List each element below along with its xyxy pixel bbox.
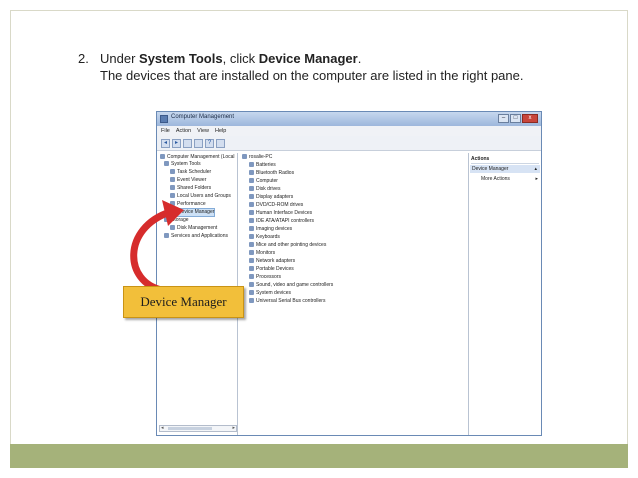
device-manager-bold: Device Manager [258, 51, 358, 66]
system-tools-bold: System Tools [139, 51, 223, 66]
device-category[interactable]: System devices [249, 290, 291, 297]
camera-icon [249, 226, 254, 232]
menu-help[interactable]: Help [215, 126, 226, 136]
window-controls: – □ x [498, 114, 538, 123]
device-list: rosalie-PC Batteries Bluetooth Radios Co… [241, 153, 466, 435]
tools-icon [164, 161, 169, 167]
device-category[interactable]: Display adapters [249, 194, 293, 201]
tree-item-event-viewer[interactable]: Event Viewer [170, 177, 206, 184]
device-category[interactable]: Universal Serial Bus controllers [249, 298, 325, 305]
title-bar[interactable]: Computer Management – □ x [157, 112, 541, 126]
ide-icon [249, 218, 254, 224]
more-actions[interactable]: More Actions ▸ [481, 176, 539, 183]
keyboard-icon [249, 234, 254, 240]
computer-icon [249, 178, 254, 184]
bluetooth-icon [249, 170, 254, 176]
actions-device-manager[interactable]: Device Manager ▴ [470, 165, 540, 173]
back-arrow-icon[interactable]: ◂ [161, 139, 170, 148]
app-icon [160, 115, 168, 123]
properties-icon[interactable] [194, 139, 203, 148]
tree-item-task-scheduler[interactable]: Task Scheduler [170, 169, 211, 176]
computer-management-window: Computer Management – □ x File Action Vi… [156, 111, 542, 436]
menu-file[interactable]: File [161, 126, 170, 136]
mouse-icon [249, 242, 254, 248]
footer-bar [10, 444, 628, 468]
horizontal-scrollbar[interactable]: ◂ ▸ [159, 425, 237, 432]
monitor-icon [249, 250, 254, 256]
folder-icon[interactable] [183, 139, 192, 148]
collapse-icon[interactable]: ▴ [534, 165, 537, 173]
computer-icon [160, 154, 165, 160]
actions-pane: Actions Device Manager ▴ More Actions ▸ [468, 153, 540, 435]
forward-arrow-icon[interactable]: ▸ [172, 139, 181, 148]
device-category[interactable]: Mice and other pointing devices [249, 242, 326, 249]
tree-item-system-tools[interactable]: System Tools [164, 161, 201, 168]
instruction-text: 2. Under System Tools, click Device Manag… [78, 50, 598, 84]
device-category[interactable]: Sound, video and game controllers [249, 282, 333, 289]
sound-icon [249, 282, 254, 288]
menu-view[interactable]: View [197, 126, 209, 136]
device-category[interactable]: DVD/CD-ROM drives [249, 202, 303, 209]
hid-icon [249, 210, 254, 216]
instruction-line-2: The devices that are installed on the co… [100, 68, 524, 83]
device-category[interactable]: Keyboards [249, 234, 280, 241]
scroll-right-icon[interactable]: ▸ [232, 425, 235, 431]
menu-bar: File Action View Help [157, 126, 541, 136]
computer-icon [242, 154, 247, 160]
device-category[interactable]: Processors [249, 274, 281, 281]
view-icon[interactable] [216, 139, 225, 148]
curved-arrow-icon [130, 200, 184, 294]
help-icon[interactable]: ? [205, 139, 214, 148]
device-category[interactable]: Bluetooth Radios [249, 170, 294, 177]
window-title: Computer Management [171, 114, 235, 120]
display-icon [249, 194, 254, 200]
network-icon [249, 258, 254, 264]
device-category[interactable]: Batteries [249, 162, 276, 169]
device-category[interactable]: IDE ATA/ATAPI controllers [249, 218, 314, 225]
dvd-icon [249, 202, 254, 208]
event-icon [170, 177, 175, 183]
device-category[interactable]: Monitors [249, 250, 275, 257]
device-category[interactable]: Computer [249, 178, 278, 185]
actions-header: Actions [471, 155, 539, 164]
usb-icon [249, 298, 254, 304]
clock-icon [170, 169, 175, 175]
system-device-icon [249, 290, 254, 296]
device-category[interactable]: Imaging devices [249, 226, 292, 233]
scroll-thumb[interactable] [168, 427, 212, 430]
toolbar: ◂ ▸ ? [157, 136, 541, 151]
line1-prefix: Under [100, 51, 140, 66]
tree-item-computer-management[interactable]: Computer Management (Local [160, 154, 235, 161]
portable-device-icon [249, 266, 254, 272]
device-root[interactable]: rosalie-PC [242, 154, 272, 161]
device-category[interactable]: Portable Devices [249, 266, 294, 273]
device-category[interactable]: Network adapters [249, 258, 295, 265]
menu-action[interactable]: Action [176, 126, 191, 136]
battery-icon [249, 162, 254, 168]
minimize-button[interactable]: – [498, 114, 509, 123]
device-category[interactable]: Disk drives [249, 186, 280, 193]
disk-icon [249, 186, 254, 192]
scroll-left-icon[interactable]: ◂ [161, 425, 164, 431]
line1-suffix: . [357, 51, 362, 66]
processor-icon [249, 274, 254, 280]
device-category[interactable]: Human Interface Devices [249, 210, 312, 217]
maximize-button[interactable]: □ [510, 114, 521, 123]
step-number: 2. [78, 51, 89, 66]
submenu-arrow-icon: ▸ [535, 176, 538, 182]
close-button[interactable]: x [522, 114, 538, 123]
line1-middle: , click [222, 51, 259, 66]
device-manager-callout: Device Manager [123, 286, 244, 318]
